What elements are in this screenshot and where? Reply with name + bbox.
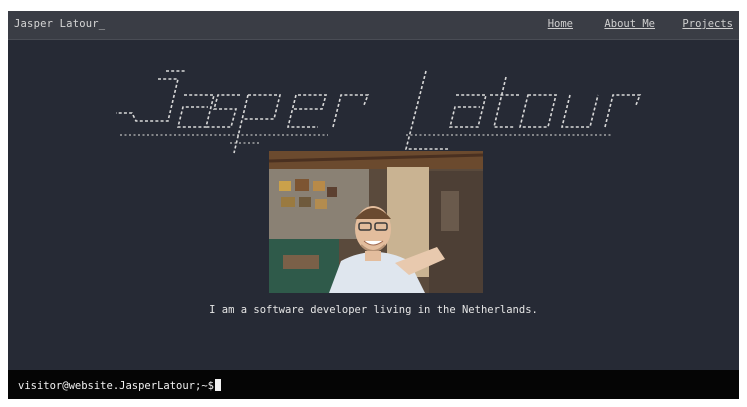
nav-link-home[interactable]: Home [548,18,573,30]
terminal-bar[interactable]: visitor@website.JasperLatour;~$ [8,370,739,399]
terminal-prompt: visitor@website.JasperLatour;~$ [18,379,221,392]
profile-photo [269,151,483,293]
website-window: Jasper Latour_ Home About Me Projects I … [8,11,739,399]
top-nav-bar: Jasper Latour_ Home About Me Projects [8,11,739,40]
terminal-cursor [214,379,221,391]
ascii-art-title [8,49,739,159]
tagline: I am a software developer living in the … [209,304,538,316]
site-brand: Jasper Latour_ [14,18,106,30]
nav-link-projects[interactable]: Projects [682,18,733,30]
terminal-prompt-text: visitor@website.JasperLatour;~$ [18,380,214,392]
nav-link-about-me[interactable]: About Me [604,18,655,30]
